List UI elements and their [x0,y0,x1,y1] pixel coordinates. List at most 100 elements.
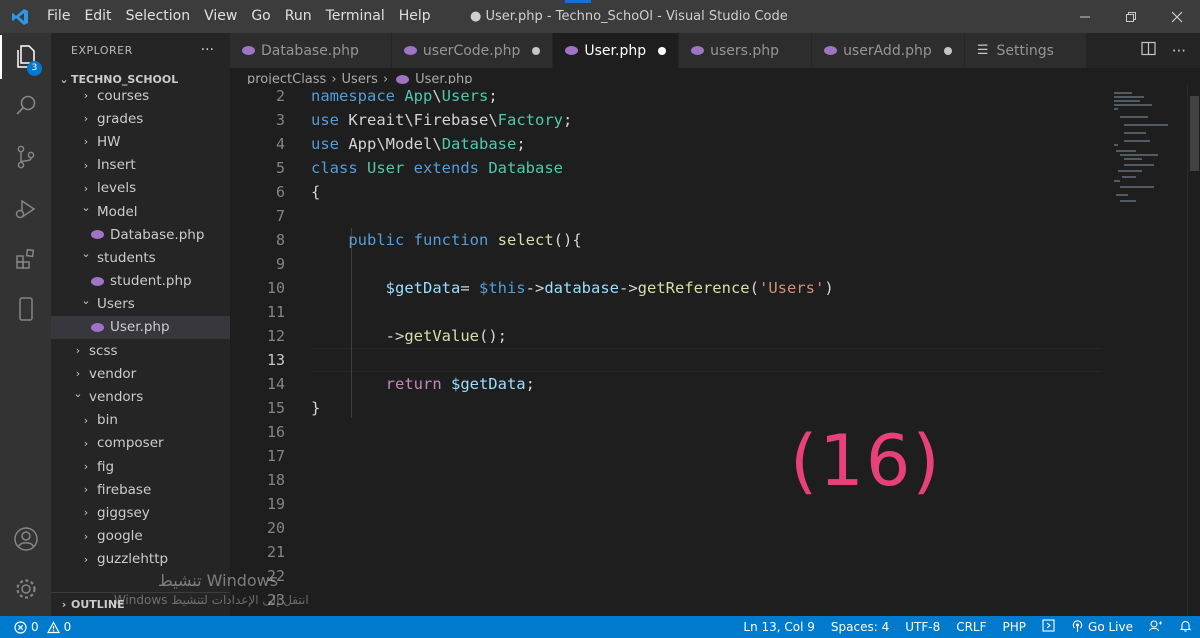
minimap-line [1124,140,1150,142]
folder-item[interactable]: › fig [51,455,230,478]
tree-item-label: giggsey [97,504,150,521]
code-line: } [311,396,320,420]
code-token: Firebase [413,111,489,129]
file-item[interactable]: Database.php [51,223,230,246]
problems-indicator[interactable]: 0 0 [0,620,71,634]
minimize-button[interactable] [1062,0,1108,33]
layout-icon[interactable] [1034,619,1063,635]
menu-edit[interactable]: Edit [77,0,118,33]
editor-tab-bar: Database.php userCode.php User.php users.ph… [230,33,1200,68]
chevron-right-icon: › [83,506,89,520]
folder-item[interactable]: › bin [51,409,230,432]
code-token: $getData [450,375,526,393]
tree-item-label: levels [97,180,137,197]
line-number: 5 [275,159,285,177]
explorer-icon[interactable]: 3 [0,33,51,81]
chevron-right-icon: › [83,135,89,149]
tab-database-php[interactable]: Database.php [230,33,392,68]
unsaved-dot-icon[interactable] [943,46,952,55]
tab-user-php[interactable]: User.php [553,33,680,68]
notifications-bell-icon[interactable] [1171,619,1200,635]
remote-device-icon[interactable] [0,285,51,333]
code-token: use [311,111,349,129]
minimap-line [1114,100,1140,102]
folder-item[interactable]: › grades [51,107,230,130]
minimap[interactable] [1110,84,1186,616]
settings-list-icon: ☰ [976,43,989,58]
line-number: 14 [266,375,285,393]
folder-item[interactable]: › courses [51,84,230,107]
folder-item[interactable]: › HW [51,130,230,153]
folder-item[interactable]: › Insert [51,154,230,177]
folder-item[interactable]: ⌄ Users [51,293,230,316]
code-token: database [544,279,619,297]
menu-go[interactable]: Go [244,0,277,33]
menu-help[interactable]: Help [392,0,438,33]
cursor-position[interactable]: Ln 13, Col 9 [735,620,823,634]
unsaved-dot-icon[interactable] [658,46,667,55]
broadcast-icon [1072,620,1083,632]
unsaved-dot-icon[interactable] [532,46,541,55]
folder-item[interactable]: ⌄ vendors [51,385,230,408]
folder-item[interactable]: › giggsey [51,501,230,524]
menu-terminal[interactable]: Terminal [319,0,392,33]
feedback-icon[interactable] [1141,619,1171,635]
extensions-icon[interactable] [0,235,51,283]
go-live-button[interactable]: Go Live [1063,620,1141,634]
line-number: 7 [275,207,285,225]
language-mode[interactable]: PHP [995,620,1035,634]
tab-users-php[interactable]: users.php [679,33,813,68]
file-encoding[interactable]: UTF-8 [897,620,948,634]
source-control-icon[interactable] [0,133,51,181]
line-number: 11 [266,303,285,321]
code-token: getValue [404,327,479,345]
indentation[interactable]: Spaces: 4 [823,620,897,634]
chevron-right-icon: › [83,112,89,126]
code-token: \ [404,111,414,129]
folder-item[interactable]: › levels [51,177,230,200]
folder-item[interactable]: ⌄ students [51,246,230,269]
line-number: 4 [275,135,285,153]
folder-item[interactable]: › scss [51,339,230,362]
file-item[interactable]: student.php [51,270,230,293]
menu-file[interactable]: File [40,0,77,33]
tab-useradd-php[interactable]: userAdd.php [812,33,965,68]
error-icon [14,620,27,634]
menu-selection[interactable]: Selection [119,0,198,33]
folder-item[interactable]: › firebase [51,478,230,501]
code-line: public function select(){ [311,228,581,252]
split-editor-icon[interactable] [1141,41,1156,60]
code-token: \ [488,111,498,129]
folder-item[interactable]: › guzzlehttp [51,548,230,571]
tab-settings[interactable]: ☰ Settings [964,33,1087,68]
minimap-line [1124,132,1146,134]
code-token: -> [311,327,405,345]
menu-run[interactable]: Run [278,0,319,33]
folder-item[interactable]: › vendor [51,362,230,385]
restore-button[interactable] [1108,0,1154,33]
settings-gear-icon[interactable] [0,565,51,613]
code-token: ) [824,279,834,297]
file-tree: › courses › grades › HW › Insert › levels ⌄ Model Da… [51,84,230,571]
search-icon[interactable] [0,81,51,129]
code-token: Model [385,135,433,153]
run-debug-icon[interactable] [0,185,51,233]
code-editor[interactable]: 2 3 4 5 6 7 8 9 10 11 12 13 14 15 16 17 18 19 20 21 22 23 nam… [230,84,1110,616]
file-item[interactable]: User.php [51,315,230,340]
menu-view[interactable]: View [197,0,244,33]
more-editor-actions-icon[interactable]: ··· [1172,42,1186,60]
editor-actions: ··· [1141,33,1200,68]
account-icon[interactable] [0,515,51,563]
code-token: ; [516,135,526,153]
vertical-scrollbar[interactable] [1187,84,1200,616]
line-endings[interactable]: CRLF [948,620,994,634]
code-line: $getData= $this->database->getReference(… [311,276,834,300]
folder-item[interactable]: ⌄ Model [51,200,230,223]
code-token: 'Users' [758,279,825,297]
more-actions-icon[interactable]: ··· [201,42,214,58]
folder-item[interactable]: › google [51,525,230,548]
folder-item[interactable]: › composer [51,432,230,455]
close-button[interactable] [1154,0,1200,33]
scrollbar-thumb[interactable] [1190,96,1199,171]
tab-usercode-php[interactable]: userCode.php [391,33,554,68]
